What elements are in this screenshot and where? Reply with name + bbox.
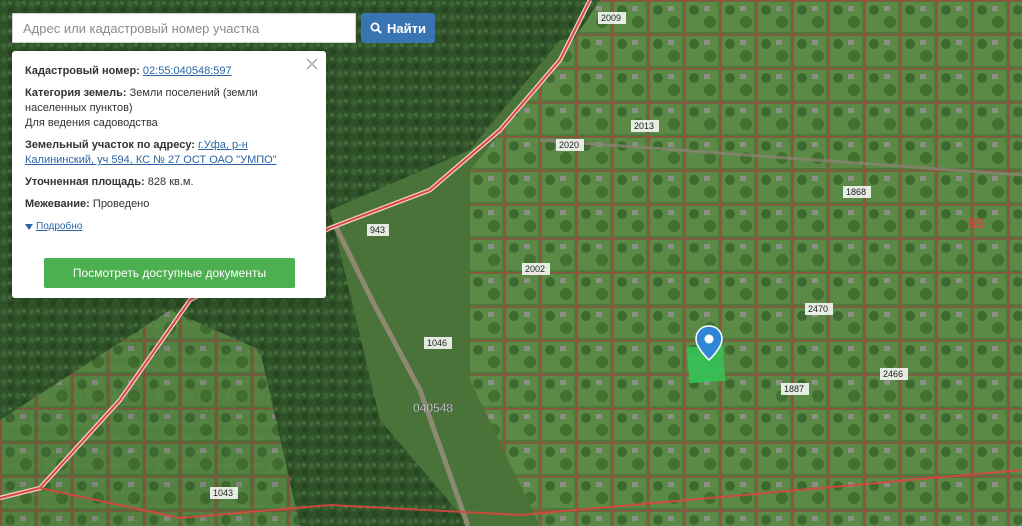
svg-text:2020: 2020: [559, 140, 579, 150]
svg-text:943: 943: [370, 225, 385, 235]
view-documents-button[interactable]: Посмотреть доступные документы: [44, 258, 295, 288]
survey-row: Межевание: Проведено: [25, 197, 314, 212]
svg-text:2009: 2009: [601, 13, 621, 23]
plot-label: 1043: [210, 487, 238, 499]
cadastral-number-row: Кадастровый номер: 02:55:040548:597: [25, 64, 314, 79]
more-details-link[interactable]: Подробно: [25, 219, 82, 234]
svg-text:2470: 2470: [808, 304, 828, 314]
area-value: 828 кв.м.: [147, 176, 194, 188]
plot-label: 2009: [598, 12, 626, 24]
svg-text:2013: 2013: [634, 121, 654, 131]
area-label: Уточненная площадь:: [25, 176, 145, 188]
svg-text:1887: 1887: [784, 384, 804, 394]
plot-label: 1868: [843, 186, 871, 198]
search-icon: [370, 22, 382, 34]
plot-label: 943: [367, 224, 389, 236]
area-row: Уточненная площадь: 828 кв.м.: [25, 175, 314, 190]
svg-text:1043: 1043: [213, 488, 233, 498]
land-category-label: Категория земель:: [25, 87, 127, 99]
plot-label: 2013: [631, 120, 659, 132]
survey-label: Межевание:: [25, 198, 90, 210]
plot-label: 2002: [522, 263, 550, 275]
svg-text:2466: 2466: [883, 369, 903, 379]
caret-down-icon: [25, 223, 33, 230]
plot-label: 2466: [880, 368, 908, 380]
cadastral-number-label: Кадастровый номер:: [25, 65, 140, 77]
district-label: 55: [968, 215, 984, 231]
parcel-info-panel: Кадастровый номер: 02:55:040548:597 Кате…: [12, 51, 326, 298]
more-details-label: Подробно: [36, 221, 83, 232]
land-category-row: Категория земель: Земли поселений (земли…: [25, 86, 314, 131]
svg-text:1046: 1046: [427, 338, 447, 348]
plot-label: 2020: [556, 139, 584, 151]
quarter-label: 040548: [413, 401, 453, 415]
survey-value: Проведено: [92, 198, 150, 210]
search-bar: Найти: [12, 13, 435, 43]
search-button[interactable]: Найти: [361, 13, 435, 43]
land-use-value: Для ведения садоводства: [25, 117, 158, 129]
plot-label: 1887: [781, 383, 809, 395]
address-row: Земельный участок по адресу: г.Уфа, р-н …: [25, 138, 314, 168]
close-icon[interactable]: [304, 56, 320, 72]
cadastral-number-link[interactable]: 02:55:040548:597: [143, 65, 232, 77]
svg-text:2002: 2002: [525, 264, 545, 274]
plot-label: 2470: [805, 303, 833, 315]
allotment-area: [470, 0, 1022, 526]
plot-label: 1046: [424, 337, 452, 349]
search-input[interactable]: [12, 13, 356, 43]
search-button-label: Найти: [387, 20, 426, 36]
address-label: Земельный участок по адресу:: [25, 139, 195, 151]
svg-text:1868: 1868: [846, 187, 866, 197]
